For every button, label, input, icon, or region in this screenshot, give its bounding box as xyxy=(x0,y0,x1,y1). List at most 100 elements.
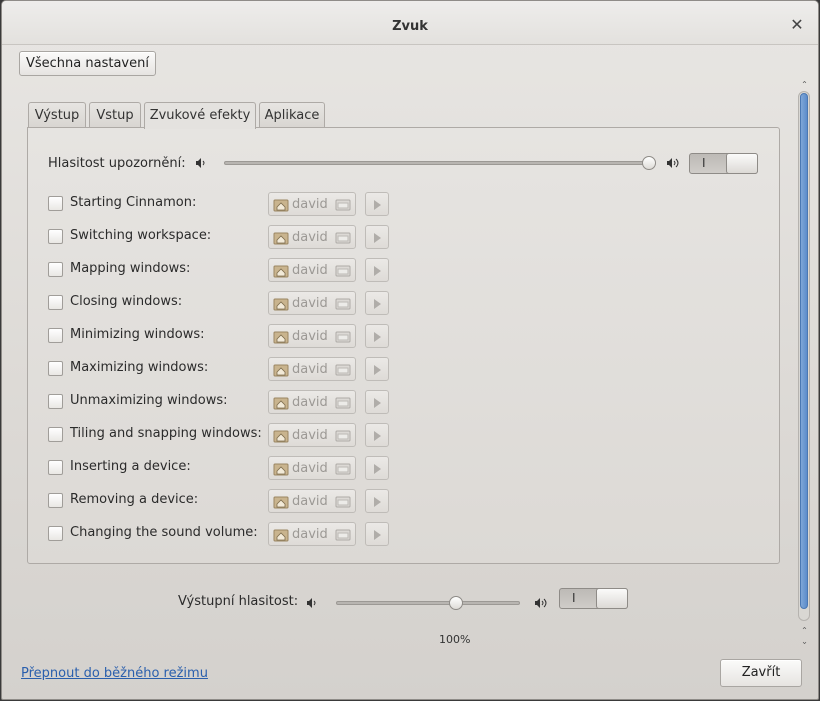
effect-checkbox[interactable] xyxy=(48,361,63,376)
sound-file-chooser[interactable]: david xyxy=(268,390,356,414)
home-folder-icon xyxy=(273,298,289,311)
sound-file-chooser[interactable]: david xyxy=(268,291,356,315)
sound-file-name: david xyxy=(292,329,328,344)
sound-file-chooser[interactable]: david xyxy=(268,423,356,447)
home-folder-icon xyxy=(273,496,289,509)
sound-file-chooser[interactable]: david xyxy=(268,357,356,381)
play-sound-button[interactable] xyxy=(365,390,389,414)
alert-sound-switch[interactable]: I xyxy=(689,153,758,174)
home-folder-icon xyxy=(273,364,289,377)
close-icon[interactable]: ✕ xyxy=(790,17,804,33)
scrollbar[interactable]: ⌃ ⌃ ⌃ xyxy=(798,81,811,651)
play-sound-button[interactable] xyxy=(365,456,389,480)
effect-label: Mapping windows: xyxy=(70,261,191,276)
effect-label: Minimizing windows: xyxy=(70,327,205,342)
play-sound-button[interactable] xyxy=(365,192,389,216)
sound-file-chooser[interactable]: david xyxy=(268,489,356,513)
play-sound-button[interactable] xyxy=(365,423,389,447)
sound-file-chooser[interactable]: david xyxy=(268,324,356,348)
sound-file-name: david xyxy=(292,296,328,311)
play-sound-button[interactable] xyxy=(365,291,389,315)
alert-volume-label: Hlasitost upozornění: xyxy=(48,156,186,171)
normal-mode-link[interactable]: Přepnout do běžného režimu xyxy=(21,666,208,681)
output-sound-switch[interactable]: I xyxy=(559,588,628,609)
play-sound-button[interactable] xyxy=(365,324,389,348)
play-sound-button[interactable] xyxy=(365,225,389,249)
play-icon xyxy=(374,200,381,210)
switch-knob[interactable] xyxy=(596,588,628,609)
effect-checkbox[interactable] xyxy=(48,493,63,508)
play-icon xyxy=(374,233,381,243)
folder-icon xyxy=(335,265,351,277)
home-folder-icon xyxy=(273,232,289,245)
effect-label: Changing the sound volume: xyxy=(70,525,258,540)
volume-high-icon xyxy=(667,158,679,168)
tab-output[interactable]: Výstup xyxy=(28,102,86,128)
play-icon xyxy=(374,431,381,441)
effect-checkbox[interactable] xyxy=(48,295,63,310)
sound-file-name: david xyxy=(292,428,328,443)
sound-file-name: david xyxy=(292,527,328,542)
play-sound-button[interactable] xyxy=(365,357,389,381)
effect-label: Inserting a device: xyxy=(70,459,191,474)
sound-file-chooser[interactable]: david xyxy=(268,522,356,546)
sound-file-name: david xyxy=(292,263,328,278)
scroll-trough[interactable] xyxy=(798,91,810,621)
play-sound-button[interactable] xyxy=(365,522,389,546)
close-button[interactable]: Zavřít xyxy=(720,659,802,687)
volume-high-icon xyxy=(535,598,547,608)
all-settings-button[interactable]: Všechna nastavení xyxy=(19,51,156,76)
home-folder-icon xyxy=(273,331,289,344)
output-volume-slider[interactable] xyxy=(336,601,520,605)
scroll-down-icon[interactable]: ⌃ xyxy=(799,627,810,635)
effect-checkbox[interactable] xyxy=(48,229,63,244)
output-volume-label: Výstupní hlasitost: xyxy=(178,594,299,609)
sound-file-chooser[interactable]: david xyxy=(268,225,356,249)
effect-label: Tiling and snapping windows: xyxy=(70,426,262,441)
output-volume-knob[interactable] xyxy=(448,596,463,610)
home-folder-icon xyxy=(273,265,289,278)
effect-label: Closing windows: xyxy=(70,294,183,309)
folder-icon xyxy=(335,364,351,376)
effect-checkbox[interactable] xyxy=(48,427,63,442)
scroll-down-icon[interactable]: ⌃ xyxy=(799,636,810,645)
play-sound-button[interactable] xyxy=(365,489,389,513)
sound-file-chooser[interactable]: david xyxy=(268,192,356,216)
folder-icon xyxy=(335,298,351,310)
sound-file-chooser[interactable]: david xyxy=(268,258,356,282)
switch-knob[interactable] xyxy=(726,153,758,174)
effect-label: Removing a device: xyxy=(70,492,199,507)
output-volume-percent: 100% xyxy=(439,633,471,646)
scroll-up-icon[interactable]: ⌃ xyxy=(799,81,810,89)
sound-file-name: david xyxy=(292,395,328,410)
effect-checkbox[interactable] xyxy=(48,262,63,277)
effect-checkbox[interactable] xyxy=(48,328,63,343)
tab-applications[interactable]: Aplikace xyxy=(259,102,325,128)
alert-volume-knob[interactable] xyxy=(642,156,656,170)
scroll-thumb[interactable] xyxy=(800,93,808,609)
folder-icon xyxy=(335,199,351,211)
effect-checkbox[interactable] xyxy=(48,394,63,409)
sound-file-chooser[interactable]: david xyxy=(268,456,356,480)
effect-label: Unmaximizing windows: xyxy=(70,393,228,408)
sound-effects-panel: Hlasitost upozornění: I Starting Cinnamo… xyxy=(27,127,780,564)
switch-on-label: I xyxy=(572,591,576,605)
tab-sound-effects[interactable]: Zvukové efekty xyxy=(144,102,256,129)
play-sound-button[interactable] xyxy=(365,258,389,282)
tab-input[interactable]: Vstup xyxy=(89,102,141,128)
titlebar: Zvuk ✕ xyxy=(2,1,818,45)
effect-checkbox[interactable] xyxy=(48,196,63,211)
effect-checkbox[interactable] xyxy=(48,526,63,541)
folder-icon xyxy=(335,331,351,343)
switch-on-label: I xyxy=(702,156,706,170)
effect-label: Maximizing windows: xyxy=(70,360,209,375)
sound-file-name: david xyxy=(292,362,328,377)
play-icon xyxy=(374,299,381,309)
effect-checkbox[interactable] xyxy=(48,460,63,475)
folder-icon xyxy=(335,397,351,409)
sound-file-name: david xyxy=(292,494,328,509)
play-icon xyxy=(374,332,381,342)
folder-icon xyxy=(335,430,351,442)
play-icon xyxy=(374,464,381,474)
alert-volume-slider[interactable] xyxy=(224,161,649,165)
